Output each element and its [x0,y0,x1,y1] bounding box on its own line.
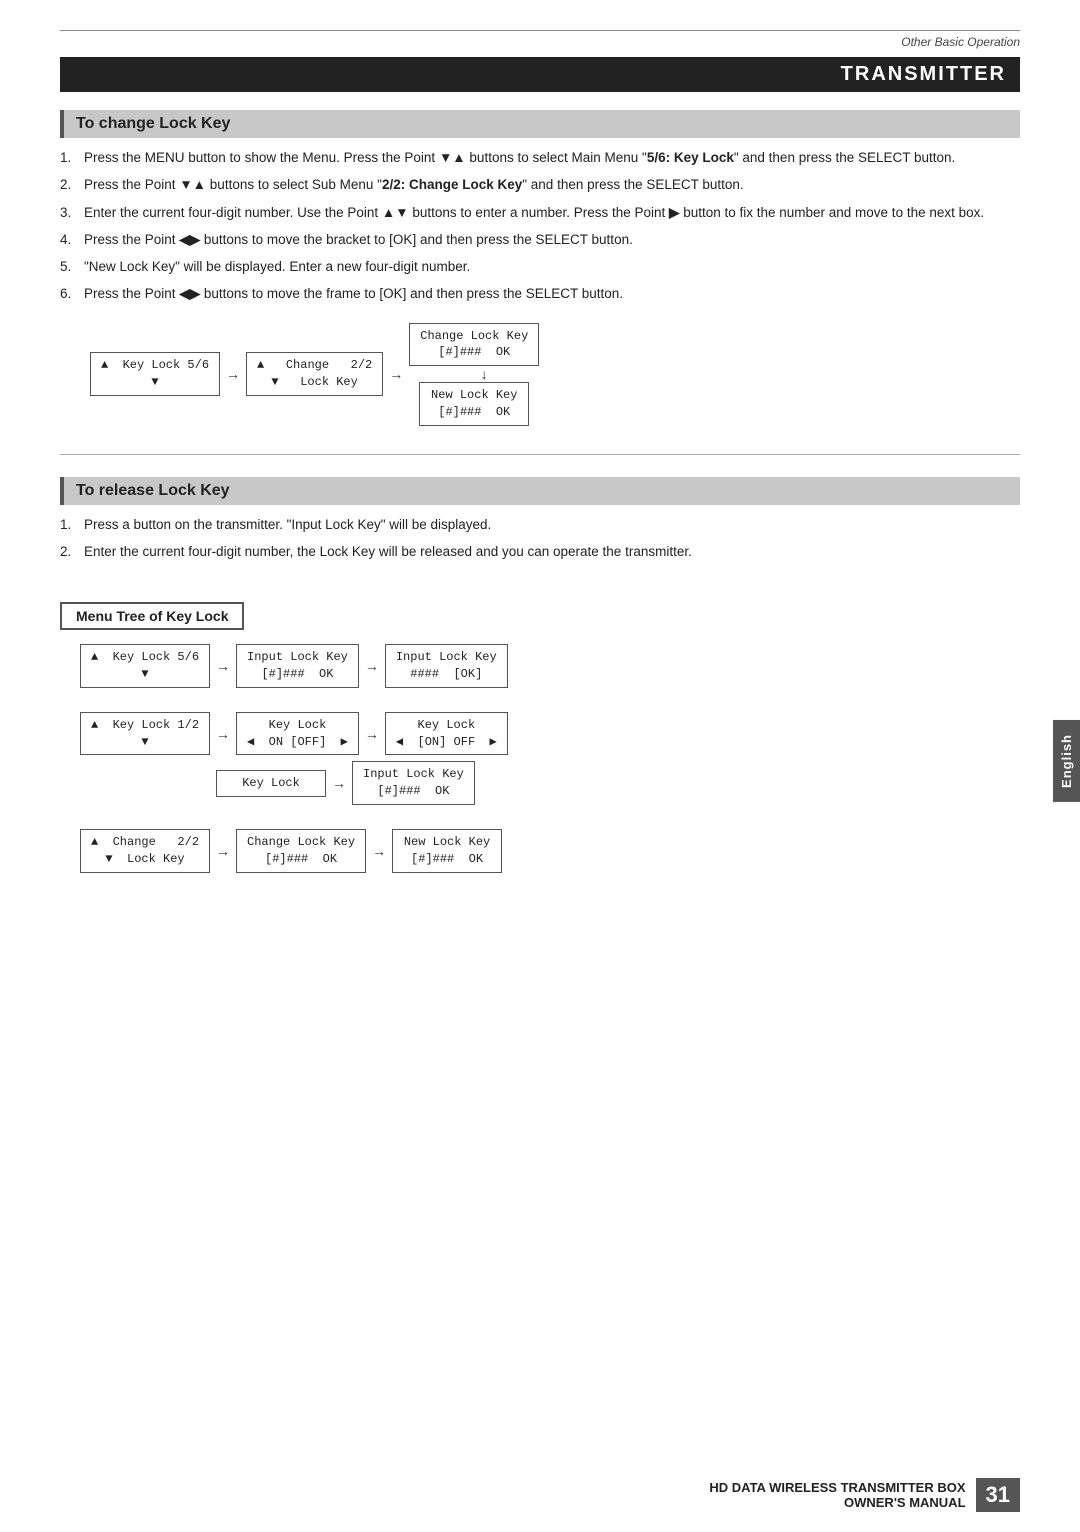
release-step-2: 2. Enter the current four-digit number, … [60,542,1020,562]
footer: HD DATA WIRELESS TRANSMITTER BOX OWNER'S… [709,1478,1020,1512]
tree-arrow-2-1: → [216,726,230,742]
tree-row-2-main: ▲ Key Lock 1/2 ▼ → Key Lock ◀ ON [OFF] ▶… [80,712,1020,756]
tree-row-1-main: ▲ Key Lock 5/6 ▼ → Input Lock Key [#]###… [80,644,1020,688]
tree-arrow-3-1: → [216,843,230,859]
arrow-down-1: ↓ [429,366,539,382]
step-5: 5. "New Lock Key" will be displayed. Ent… [60,257,1020,277]
tree-box-2-1: ▲ Key Lock 1/2 ▼ [80,712,210,756]
tree-row-2: ▲ Key Lock 1/2 ▼ → Key Lock ◀ ON [OFF] ▶… [80,712,1020,805]
step-3: 3. Enter the current four-digit number. … [60,203,1020,223]
section-divider-1 [60,454,1020,455]
diag-box-2: ▲ Change 2/2 ▼ Lock Key [246,352,383,396]
release-lock-key-steps: 1. Press a button on the transmitter. "I… [60,515,1020,563]
tree-box-2b-3: Input Lock Key [#]### OK [352,761,475,805]
tree-spacer-2 [80,819,1020,829]
tree-row-3-main: ▲ Change 2/2 ▼ Lock Key → Change Lock Ke… [80,829,1020,873]
tree-row-3: ▲ Change 2/2 ▼ Lock Key → Change Lock Ke… [80,829,1020,873]
tree-row-2b: Key Lock → Input Lock Key [#]### OK [216,761,1020,805]
tree-row-1: ▲ Key Lock 5/6 ▼ → Input Lock Key [#]###… [80,644,1020,688]
menu-tree-header: Menu Tree of Key Lock [60,602,244,630]
tree-box-3-2: Change Lock Key [#]### OK [236,829,366,873]
change-lock-key-header: To change Lock Key [60,110,1020,138]
menu-tree-section: Menu Tree of Key Lock ▲ Key Lock 5/6 ▼ →… [60,602,1020,872]
tree-box-2-3: Key Lock ◀ [ON] OFF ▶ [385,712,508,756]
tree-box-2b-2: Key Lock [216,770,326,797]
tree-box-2-2: Key Lock ◀ ON [OFF] ▶ [236,712,359,756]
top-rule [60,30,1020,31]
product-line1: HD DATA WIRELESS TRANSMITTER BOX [709,1480,965,1495]
tree-box-1-1: ▲ Key Lock 5/6 ▼ [80,644,210,688]
step-4: 4. Press the Point ◀▶ buttons to move th… [60,230,1020,250]
arrow-2: → [389,366,403,382]
step-6: 6. Press the Point ◀▶ buttons to move th… [60,284,1020,304]
product-info: HD DATA WIRELESS TRANSMITTER BOX OWNER'S… [709,1480,965,1510]
release-step-1: 1. Press a button on the transmitter. "I… [60,515,1020,535]
diag-box-1: ▲ Key Lock 5/6 ▼ [90,352,220,396]
tree-arrow-3-2: → [372,843,386,859]
diag-box-3: Change Lock Key [#]### OK [409,323,539,367]
change-lock-key-steps: 1. Press the MENU button to show the Men… [60,148,1020,305]
other-basic-label: Other Basic Operation [60,35,1020,49]
page: Other Basic Operation TRANSMITTER To cha… [0,0,1080,1532]
release-lock-key-header: To release Lock Key [60,477,1020,505]
diag-col-3: Change Lock Key [#]### OK ↓ New Lock Key… [409,323,539,426]
side-tab-english: English [1053,720,1080,802]
diag-box-4: New Lock Key [#]### OK [419,382,529,426]
product-line2: OWNER'S MANUAL [709,1495,965,1510]
change-lock-key-diagram: ▲ Key Lock 5/6 ▼ → ▲ Change 2/2 ▼ Lock K… [60,323,1020,426]
page-number: 31 [976,1478,1020,1512]
tree-box-1-2: Input Lock Key [#]### OK [236,644,359,688]
tree-arrow-2-2: → [365,726,379,742]
tree-arrow-2b: → [332,775,346,791]
tree-box-3-3: New Lock Key [#]### OK [392,829,502,873]
diagram-row-1: ▲ Key Lock 5/6 ▼ → ▲ Change 2/2 ▼ Lock K… [90,323,1020,426]
tree-spacer-1 [80,702,1020,712]
tree-area: ▲ Key Lock 5/6 ▼ → Input Lock Key [#]###… [80,644,1020,872]
section-title: TRANSMITTER [60,57,1020,92]
tree-box-3-1: ▲ Change 2/2 ▼ Lock Key [80,829,210,873]
tree-box-1-3: Input Lock Key #### [OK] [385,644,508,688]
step-2: 2. Press the Point ▼▲ buttons to select … [60,175,1020,195]
tree-arrow-1-1: → [216,658,230,674]
tree-arrow-1-2: → [365,658,379,674]
arrow-1: → [226,366,240,382]
step-1: 1. Press the MENU button to show the Men… [60,148,1020,168]
